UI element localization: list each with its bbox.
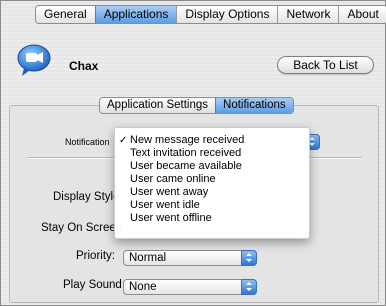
menu-item-text-invitation-received[interactable]: Text invitation received — [115, 147, 309, 160]
sub-tab-bar: Application Settings Notifications — [99, 97, 294, 114]
menu-item-user-came-online[interactable]: User came online — [115, 173, 309, 186]
notification-label: Notification — [65, 137, 110, 147]
checkmark-icon: ✓ — [119, 135, 128, 146]
priority-popup[interactable]: Normal — [123, 250, 257, 266]
top-tab-bar: General Applications Display Options Net… — [35, 5, 386, 24]
popup-arrows-icon — [241, 250, 257, 266]
priority-value: Normal — [129, 252, 167, 264]
play-sound-value: None — [129, 281, 157, 293]
play-sound-label: Play Sound: — [63, 279, 126, 291]
app-name: Chax — [69, 59, 99, 73]
tab-display-options[interactable]: Display Options — [176, 6, 278, 23]
menu-item-user-became-available[interactable]: User became available — [115, 160, 309, 173]
menu-item-user-went-away[interactable]: User went away — [115, 186, 309, 199]
popup-arrows-icon — [241, 279, 257, 295]
tab-application-settings[interactable]: Application Settings — [100, 98, 216, 113]
notification-dropdown-menu: ✓ New message received Text invitation r… — [114, 127, 310, 239]
menu-item-new-message-received[interactable]: ✓ New message received — [115, 134, 309, 147]
tab-general[interactable]: General — [36, 6, 95, 23]
priority-label: Priority: — [76, 250, 115, 262]
menu-item-user-went-offline[interactable]: User went offline — [115, 212, 309, 225]
play-sound-popup[interactable]: None — [123, 279, 257, 295]
menu-item-user-went-idle[interactable]: User went idle — [115, 199, 309, 212]
preferences-window: General Applications Display Options Net… — [0, 0, 386, 306]
tab-applications[interactable]: Applications — [94, 6, 177, 23]
chax-app-icon — [17, 44, 51, 76]
display-style-label: Display Style — [53, 191, 120, 203]
tab-notifications[interactable]: Notifications — [215, 98, 293, 113]
back-to-list-button[interactable]: Back To List — [277, 56, 374, 74]
tab-about[interactable]: About — [338, 6, 386, 23]
stay-on-screen-label: Stay On Screen — [41, 222, 123, 234]
tab-network[interactable]: Network — [277, 6, 339, 23]
